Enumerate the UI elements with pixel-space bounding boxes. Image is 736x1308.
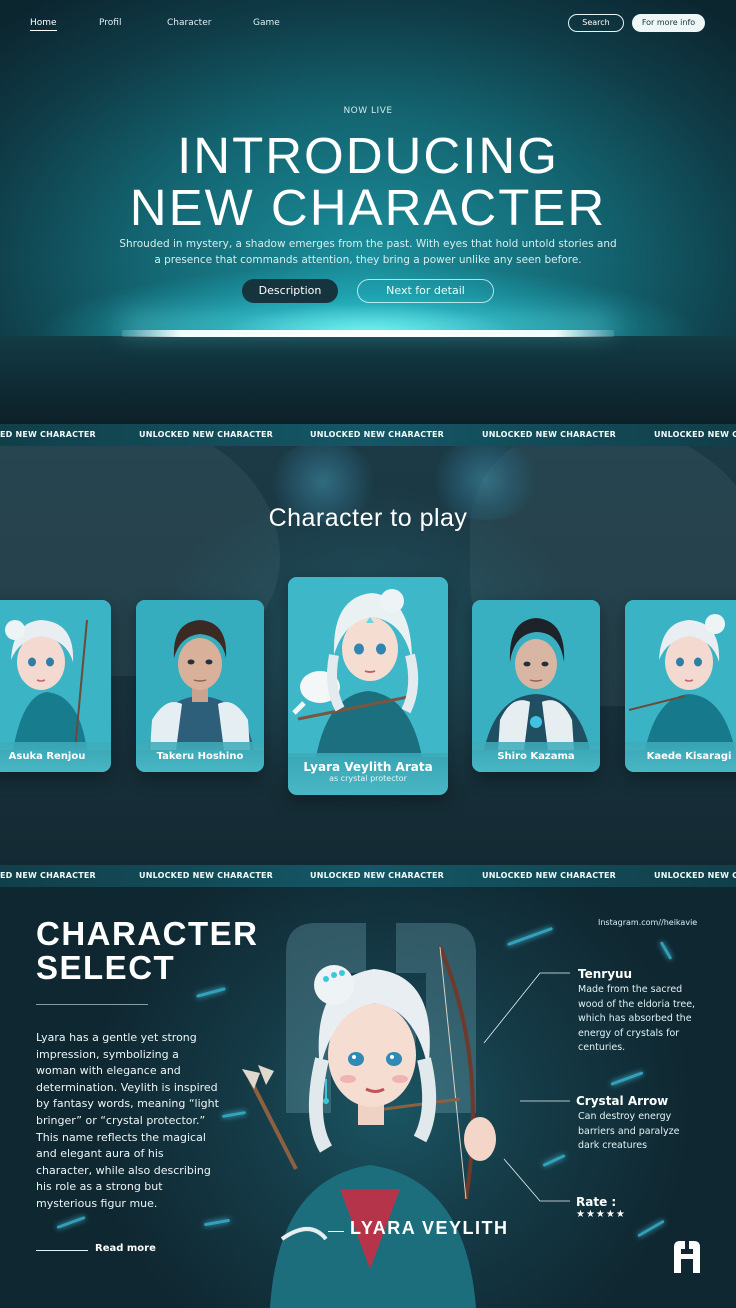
ticker-item: ED NEW CHARACTER xyxy=(0,430,96,439)
more-info-button[interactable]: For more info xyxy=(632,14,705,32)
card-name: Takeru Hoshino xyxy=(156,751,244,762)
character-to-play-title: Character to play xyxy=(268,504,468,532)
ticker-item: UNLOCKED NEW CHA xyxy=(654,871,736,880)
description-button[interactable]: Description xyxy=(242,279,338,303)
ticker-item: UNLOCKED NEW CHA xyxy=(654,430,736,439)
attribute-rate-title: Rate : xyxy=(576,1195,617,1209)
attribute-crystal-arrow-text: Can destroy energy barriers and paralyze… xyxy=(578,1111,680,1152)
character-to-play-section: Character to play Asuka Renjou Takeru Ho… xyxy=(0,446,736,865)
ticker-bottom: ED NEW CHARACTER UNLOCKED NEW CHARACTER … xyxy=(0,865,736,887)
character-select-section: CHARACTER SELECT Lyara has a gentle yet … xyxy=(0,887,736,1308)
card-label: Takeru Hoshino xyxy=(136,742,264,772)
hero-title: INTRODUCING NEW CHARACTER xyxy=(0,130,736,234)
card-name: Asuka Renjou xyxy=(8,751,86,762)
now-live-label: NOW LIVE xyxy=(343,106,393,116)
hero-title-line2: NEW CHARACTER xyxy=(129,179,607,236)
card-name: Lyara Veylith Arata xyxy=(303,760,433,774)
name-underline xyxy=(328,1231,344,1232)
search-button[interactable]: Search xyxy=(568,14,624,32)
card-label: Shiro Kazama xyxy=(472,742,600,772)
hero-title-line1: INTRODUCING xyxy=(177,127,559,184)
attribute-tenryuu-text: Made from the sacred wood of the eldoria… xyxy=(578,984,696,1054)
rating-stars: ★★★★★ xyxy=(576,1209,626,1220)
stage-light-edge xyxy=(122,330,614,337)
ticker-item: UNLOCKED NEW CHARACTER xyxy=(482,871,616,880)
portrait-lyara xyxy=(288,577,448,757)
character-card-asuka[interactable]: Asuka Renjou xyxy=(0,600,111,772)
nav-home[interactable]: Home xyxy=(30,18,57,31)
card-name: Shiro Kazama xyxy=(497,751,575,762)
ticker-top: ED NEW CHARACTER UNLOCKED NEW CHARACTER … xyxy=(0,424,736,446)
ticker-item: UNLOCKED NEW CHARACTER xyxy=(139,430,273,439)
ticker-item: UNLOCKED NEW CHARACTER xyxy=(482,430,616,439)
stage-floor xyxy=(0,336,736,424)
next-detail-button[interactable]: Next for detail xyxy=(357,279,494,303)
ticker-item: UNLOCKED NEW CHARACTER xyxy=(310,430,444,439)
portrait-shiro xyxy=(472,600,600,750)
character-name: LYARA VEYLITH xyxy=(350,1218,509,1238)
nav-profil[interactable]: Profil xyxy=(99,18,121,28)
character-card-lyara[interactable]: Lyara Veylith Arata as crystal protector xyxy=(288,577,448,795)
ticker-item: UNLOCKED NEW CHARACTER xyxy=(139,871,273,880)
character-card-kaede[interactable]: Kaede Kisaragi xyxy=(625,600,736,772)
top-nav: Home Profil Character Game xyxy=(0,16,736,32)
portrait-kaede xyxy=(625,600,736,750)
character-card-shiro[interactable]: Shiro Kazama xyxy=(472,600,600,772)
nav-character[interactable]: Character xyxy=(167,18,211,28)
portrait-takeru xyxy=(136,600,264,750)
attribute-tenryuu-title: Tenryuu xyxy=(578,967,633,981)
card-label: Lyara Veylith Arata as crystal protector xyxy=(288,753,448,795)
hero-section: Home Profil Character Game Search For mo… xyxy=(0,0,736,424)
nav-game[interactable]: Game xyxy=(253,18,280,28)
attribute-crystal-arrow-title: Crystal Arrow xyxy=(576,1094,669,1108)
brand-logo-icon xyxy=(674,1241,700,1273)
ticker-item: ED NEW CHARACTER xyxy=(0,871,96,880)
hero-description: Shrouded in mystery, a shadow emerges fr… xyxy=(119,238,617,266)
ticker-item: UNLOCKED NEW CHARACTER xyxy=(310,871,444,880)
card-subtitle: as crystal protector xyxy=(329,774,407,783)
card-label: Asuka Renjou xyxy=(0,742,111,772)
character-card-takeru[interactable]: Takeru Hoshino xyxy=(136,600,264,772)
card-label: Kaede Kisaragi xyxy=(625,742,736,772)
portrait-asuka xyxy=(0,600,111,750)
card-name: Kaede Kisaragi xyxy=(646,751,732,762)
